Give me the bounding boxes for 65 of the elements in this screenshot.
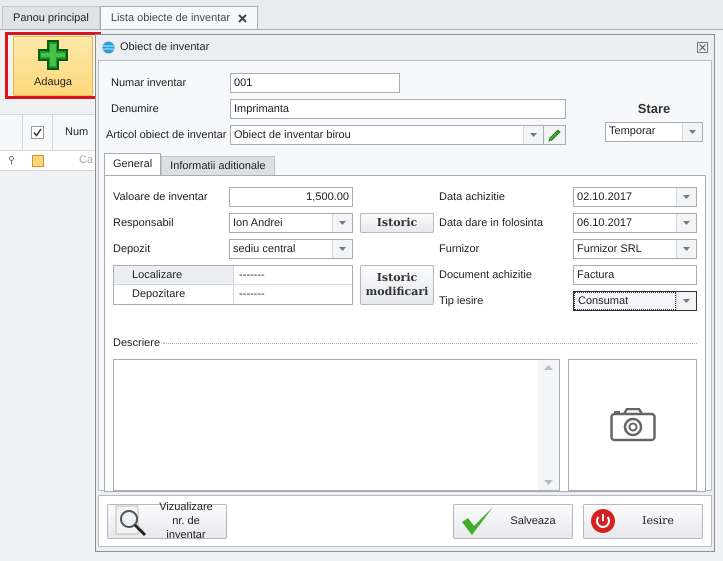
close-icon[interactable] (238, 14, 248, 22)
document-tab[interactable]: Lista obiecte de inventar (100, 6, 258, 29)
section-label: Descriere (113, 336, 160, 351)
dropdown-arrow-icon[interactable] (339, 221, 346, 225)
power-icon (590, 508, 616, 534)
check-icon (33, 128, 42, 137)
status-dropdown[interactable]: Temporar (605, 122, 703, 142)
field-label: Responsabil (113, 216, 175, 231)
number-field[interactable]: 001 (230, 73, 400, 93)
description-field[interactable] (113, 358, 560, 490)
add-button[interactable]: Adauga (13, 36, 93, 96)
header-checkbox[interactable] (31, 126, 44, 139)
dropdown-field[interactable]: Consumat (573, 291, 697, 311)
table-cell-text: ------- (238, 268, 265, 283)
pin-icon (9, 156, 14, 165)
field-label: Document achizitie (439, 268, 533, 283)
field-label: Denumire (110, 102, 160, 117)
row-checkbox[interactable] (32, 154, 44, 166)
dropdown-field[interactable]: 06.10.2017 (573, 213, 697, 233)
field-label: Numar inventar (110, 76, 188, 91)
dropdown-arrow-icon[interactable] (689, 130, 696, 134)
dropdown-arrow-icon[interactable] (530, 133, 537, 137)
text-field[interactable]: Factura (573, 265, 697, 285)
table-cell: Localizare (114, 266, 234, 284)
exit-button[interactable]: Iesire (583, 504, 703, 538)
dialog-title: Obiect de inventar (120, 40, 210, 56)
column-header[interactable]: Num (65, 124, 88, 141)
image-box[interactable] (568, 358, 697, 490)
camera-icon (610, 408, 656, 442)
field-label: Valoare de inventar (113, 190, 209, 205)
name-field[interactable]: Imprimanta (230, 99, 566, 119)
dropdown-field[interactable]: Ion Andrei (229, 213, 353, 233)
globe-icon (102, 41, 115, 54)
dropdown-field[interactable]: Furnizor SRL (573, 239, 697, 259)
save-button[interactable]: Salveaza (453, 504, 573, 538)
field-label: Furnizor (439, 242, 480, 257)
plus-icon (38, 40, 68, 70)
table-cell-text: ------- (238, 287, 265, 302)
field-label: Articol obiect de inventar (105, 128, 228, 143)
dropdown-arrow-icon[interactable] (683, 299, 690, 303)
status-label: Stare (638, 100, 670, 118)
view-button[interactable]: Vizualizare nr. de inventar (107, 504, 227, 538)
dropdown-arrow-icon[interactable] (683, 221, 690, 225)
field-label: Tip iesire (439, 294, 484, 309)
magnifier-icon (114, 504, 148, 538)
dropdown-arrow-icon[interactable] (683, 247, 690, 251)
dropdown-arrow-icon[interactable] (683, 195, 690, 199)
article-dropdown[interactable]: Obiect de inventar birou (230, 125, 544, 145)
table-cell-text: Ca (79, 153, 94, 168)
form-tab[interactable]: General (104, 153, 162, 175)
document-tab[interactable]: Panou principal (2, 6, 100, 29)
dropdown-field[interactable]: sediu central (229, 239, 353, 259)
number-field[interactable]: 1,500.00 (229, 187, 353, 207)
field-label: Depozit (113, 242, 152, 257)
edit-button[interactable] (544, 125, 566, 145)
history-button[interactable]: Istoric (360, 213, 434, 233)
field-label: Data dare in folosinta (439, 216, 544, 231)
field-label: Data achizitie (439, 190, 506, 205)
change-history-button[interactable]: Istoric modificari (360, 265, 434, 305)
close-icon[interactable] (697, 42, 708, 53)
form-tab[interactable]: Informatii aditionale (161, 156, 275, 175)
pencil-icon (548, 128, 561, 142)
dropdown-arrow-icon[interactable] (339, 247, 346, 251)
dropdown-field[interactable]: 02.10.2017 (573, 187, 697, 207)
table-cell: Depozitare (114, 285, 234, 304)
